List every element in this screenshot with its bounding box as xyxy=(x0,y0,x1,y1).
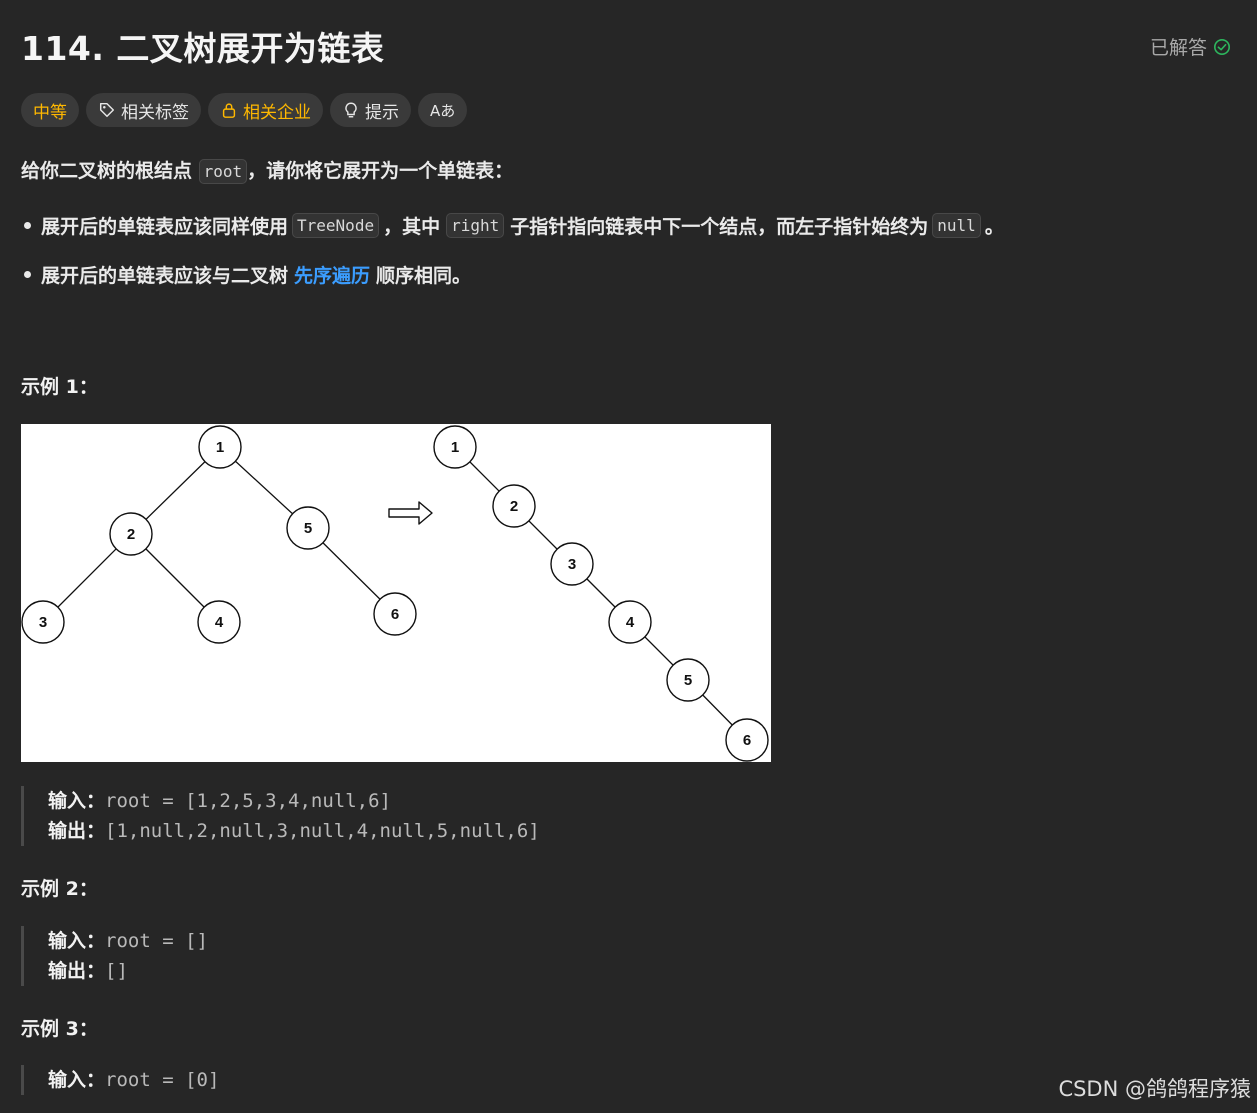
input-label: 输入： xyxy=(48,930,106,952)
tree-node-label: 5 xyxy=(304,520,312,537)
example-1-figure: 1 2 5 3 4 6 1 2 3 4 5 6 xyxy=(21,424,771,762)
list-node-label: 2 xyxy=(510,498,518,515)
translate-button[interactable]: Aあ xyxy=(418,93,468,127)
tree-node-label: 6 xyxy=(391,606,399,623)
tag-icon xyxy=(99,102,115,118)
related-tags-button[interactable]: 相关标签 xyxy=(86,93,201,127)
solved-label: 已解答 xyxy=(1149,37,1207,59)
example-2-output-line: 输出：[] xyxy=(48,956,208,986)
intro-text-pre: 给你二叉树的根结点 xyxy=(21,160,193,182)
input-label: 输入： xyxy=(48,790,106,812)
input-label: 输入： xyxy=(48,1069,106,1091)
bullet-1-mid: ，其中 xyxy=(383,216,441,238)
bullet-1-mid2: 子指针指向链表中下一个结点，而左子指针始终为 xyxy=(510,216,929,238)
output-label: 输出： xyxy=(48,820,106,842)
bullet-2-pre: 展开后的单链表应该与二叉树 xyxy=(41,265,289,287)
example-3-heading: 示例 3： xyxy=(21,1018,98,1040)
bullet-2-post: 顺序相同。 xyxy=(376,265,472,287)
list-node-label: 6 xyxy=(743,732,751,749)
bullet-dot xyxy=(24,222,31,229)
example-1-block: 输入：root = [1,2,5,3,4,null,6] 输出：[1,null,… xyxy=(21,786,540,846)
related-tags-label: 相关标签 xyxy=(121,102,189,123)
bullet-item-1: 展开后的单链表应该同样使用 TreeNode ，其中 right 子指针指向链表… xyxy=(21,212,1004,239)
tree-node-label: 2 xyxy=(127,526,135,543)
tree-node-label: 4 xyxy=(215,614,224,631)
watermark: CSDN @鸽鸽程序猿 xyxy=(1058,1077,1251,1101)
lightbulb-icon xyxy=(345,102,357,118)
lock-icon xyxy=(222,103,236,118)
bullet-1-pre: 展开后的单链表应该同样使用 xyxy=(41,216,289,238)
intro-paragraph: 给你二叉树的根结点 root ，请你将它展开为一个单链表： xyxy=(21,156,514,184)
tag-bar: 中等 相关标签 相关企业 提示 Aあ xyxy=(21,93,468,127)
example-3-input-line: 输入：root = [0] xyxy=(48,1065,219,1095)
bullet-1-post: 。 xyxy=(984,216,1004,238)
right-arrow-icon xyxy=(388,501,433,525)
preorder-link[interactable]: 先序遍历 xyxy=(294,261,370,288)
example-3-block: 输入：root = [0] xyxy=(21,1065,219,1095)
example-2-input-line: 输入：root = [] xyxy=(48,926,208,956)
code-root: root xyxy=(198,159,248,184)
hint-label: 提示 xyxy=(365,102,399,123)
list-node-label: 4 xyxy=(626,614,635,631)
example-1-input-line: 输入：root = [1,2,5,3,4,null,6] xyxy=(48,786,540,816)
solved-status: 已解答 xyxy=(1150,33,1231,60)
example-3-input: root = [0] xyxy=(105,1069,220,1091)
output-label: 输出： xyxy=(48,960,106,982)
example-2-heading: 示例 2： xyxy=(21,878,98,900)
example-2-input: root = [] xyxy=(105,930,208,952)
intro-text-post: ，请你将它展开为一个单链表： xyxy=(247,160,514,182)
difficulty-badge[interactable]: 中等 xyxy=(21,93,79,127)
related-companies-label: 相关企业 xyxy=(243,102,311,123)
code-null: null xyxy=(932,213,981,238)
example-1-output-line: 输出：[1,null,2,null,3,null,4,null,5,null,6… xyxy=(48,816,540,846)
difficulty-label: 中等 xyxy=(33,102,67,123)
problem-title: 114. 二叉树展开为链表 xyxy=(21,29,385,68)
list-node-label: 1 xyxy=(451,439,459,456)
check-circle-icon xyxy=(1213,38,1231,55)
example-1-output: [1,null,2,null,3,null,4,null,5,null,6] xyxy=(105,820,540,842)
tree-node-label: 3 xyxy=(39,614,47,631)
code-right: right xyxy=(446,213,505,238)
example-1-heading: 示例 1： xyxy=(21,376,98,398)
list-node-label: 3 xyxy=(568,556,576,573)
hint-button[interactable]: 提示 xyxy=(330,93,411,127)
example-2-block: 输入：root = [] 输出：[] xyxy=(21,926,208,986)
related-companies-button[interactable]: 相关企业 xyxy=(208,93,323,127)
example-1-input: root = [1,2,5,3,4,null,6] xyxy=(105,790,391,812)
bullet-dot xyxy=(24,271,31,278)
bullet-item-2: 展开后的单链表应该与二叉树 先序遍历 顺序相同。 xyxy=(21,261,471,288)
translate-icon: Aあ xyxy=(430,101,456,120)
list-node-label: 5 xyxy=(684,672,692,689)
tree-node-label: 1 xyxy=(216,439,224,456)
example-2-output: [] xyxy=(105,960,128,982)
tree-diagram: 1 2 5 3 4 6 1 2 3 4 5 6 xyxy=(21,425,769,762)
code-treenode: TreeNode xyxy=(292,213,380,238)
